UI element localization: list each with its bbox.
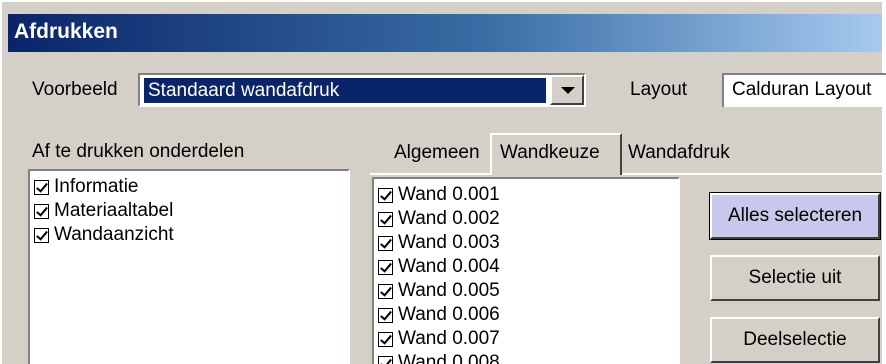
tab-wandafdruk[interactable]: Wandafdruk [620, 135, 760, 173]
tab-label: Wandkeuze [500, 142, 600, 163]
list-item-label: Wand 0.008 [398, 352, 500, 364]
layout-label: Layout [630, 79, 688, 100]
checkbox-checked[interactable] [34, 179, 49, 195]
checkbox-checked[interactable] [34, 227, 49, 243]
tab-panel-edge [370, 173, 882, 175]
list-item[interactable]: Wand 0.006 [378, 303, 500, 327]
layout-field[interactable]: Calduran Layout [722, 73, 886, 107]
wand-list[interactable]: Wand 0.001 Wand 0.002 Wand 0.003 Wand 0.… [372, 177, 680, 364]
list-item-label: Wand 0.002 [398, 208, 500, 229]
voorbeeld-dropdown[interactable]: Standaard wandafdruk [138, 73, 586, 107]
checkbox-checked[interactable] [378, 355, 393, 364]
layout-value: Calduran Layout [732, 79, 872, 100]
list-item-label: Materiaaltabel [54, 200, 174, 221]
list-item[interactable]: Wand 0.004 [378, 255, 500, 279]
select-all-button[interactable]: Alles selecteren [709, 192, 881, 240]
voorbeeld-selected-value: Standaard wandafdruk [143, 77, 547, 104]
chevron-down-icon [561, 87, 575, 94]
voorbeeld-label: Voorbeeld [32, 79, 118, 100]
list-item-materiaaltabel[interactable]: Materiaaltabel [34, 199, 173, 223]
list-item-label: Wand 0.003 [398, 232, 500, 253]
list-item-label: Wand 0.007 [398, 328, 500, 349]
tab-wandkeuze[interactable]: Wandkeuze [490, 133, 622, 175]
checkbox-checked[interactable] [378, 235, 393, 251]
checkbox-checked[interactable] [34, 203, 49, 219]
print-dialog: Afdrukken Voorbeeld Standaard wandafdruk… [0, 0, 886, 364]
title-bar: Afdrukken [8, 14, 882, 52]
list-item-label: Wand 0.001 [398, 184, 500, 205]
tab-algemeen[interactable]: Algemeen [386, 135, 492, 173]
list-item[interactable]: Wand 0.008 [378, 351, 500, 364]
list-item-label: Wand 0.004 [398, 256, 500, 277]
checkbox-checked[interactable] [378, 259, 393, 275]
select-none-button[interactable]: Selectie uit [710, 255, 880, 301]
list-item[interactable]: Wand 0.007 [378, 327, 500, 351]
list-item-label: Informatie [54, 176, 139, 197]
list-item[interactable]: Wand 0.005 [378, 279, 500, 303]
checkbox-checked[interactable] [378, 187, 393, 203]
checkbox-checked[interactable] [378, 211, 393, 227]
list-item-informatie[interactable]: Informatie [34, 175, 138, 199]
onderdelen-list[interactable]: Informatie Materiaaltabel Wandaanzicht [28, 169, 350, 364]
tab-label: Wandafdruk [628, 142, 730, 163]
list-item[interactable]: Wand 0.003 [378, 231, 500, 255]
dropdown-arrow-button[interactable] [550, 75, 584, 105]
checkbox-checked[interactable] [378, 307, 393, 323]
list-item-label: Wand 0.005 [398, 280, 500, 301]
checkbox-checked[interactable] [378, 331, 393, 347]
partial-selection-button[interactable]: Deelselectie [710, 317, 880, 363]
list-item[interactable]: Wand 0.002 [378, 207, 500, 231]
list-item-wandaanzicht[interactable]: Wandaanzicht [34, 223, 174, 247]
onderdelen-label: Af te drukken onderdelen [32, 141, 245, 162]
tab-label: Algemeen [394, 142, 480, 163]
list-item-label: Wandaanzicht [54, 224, 174, 245]
list-item-label: Wand 0.006 [398, 304, 500, 325]
list-item[interactable]: Wand 0.001 [378, 183, 500, 207]
checkbox-checked[interactable] [378, 283, 393, 299]
window-title: Afdrukken [14, 20, 118, 43]
